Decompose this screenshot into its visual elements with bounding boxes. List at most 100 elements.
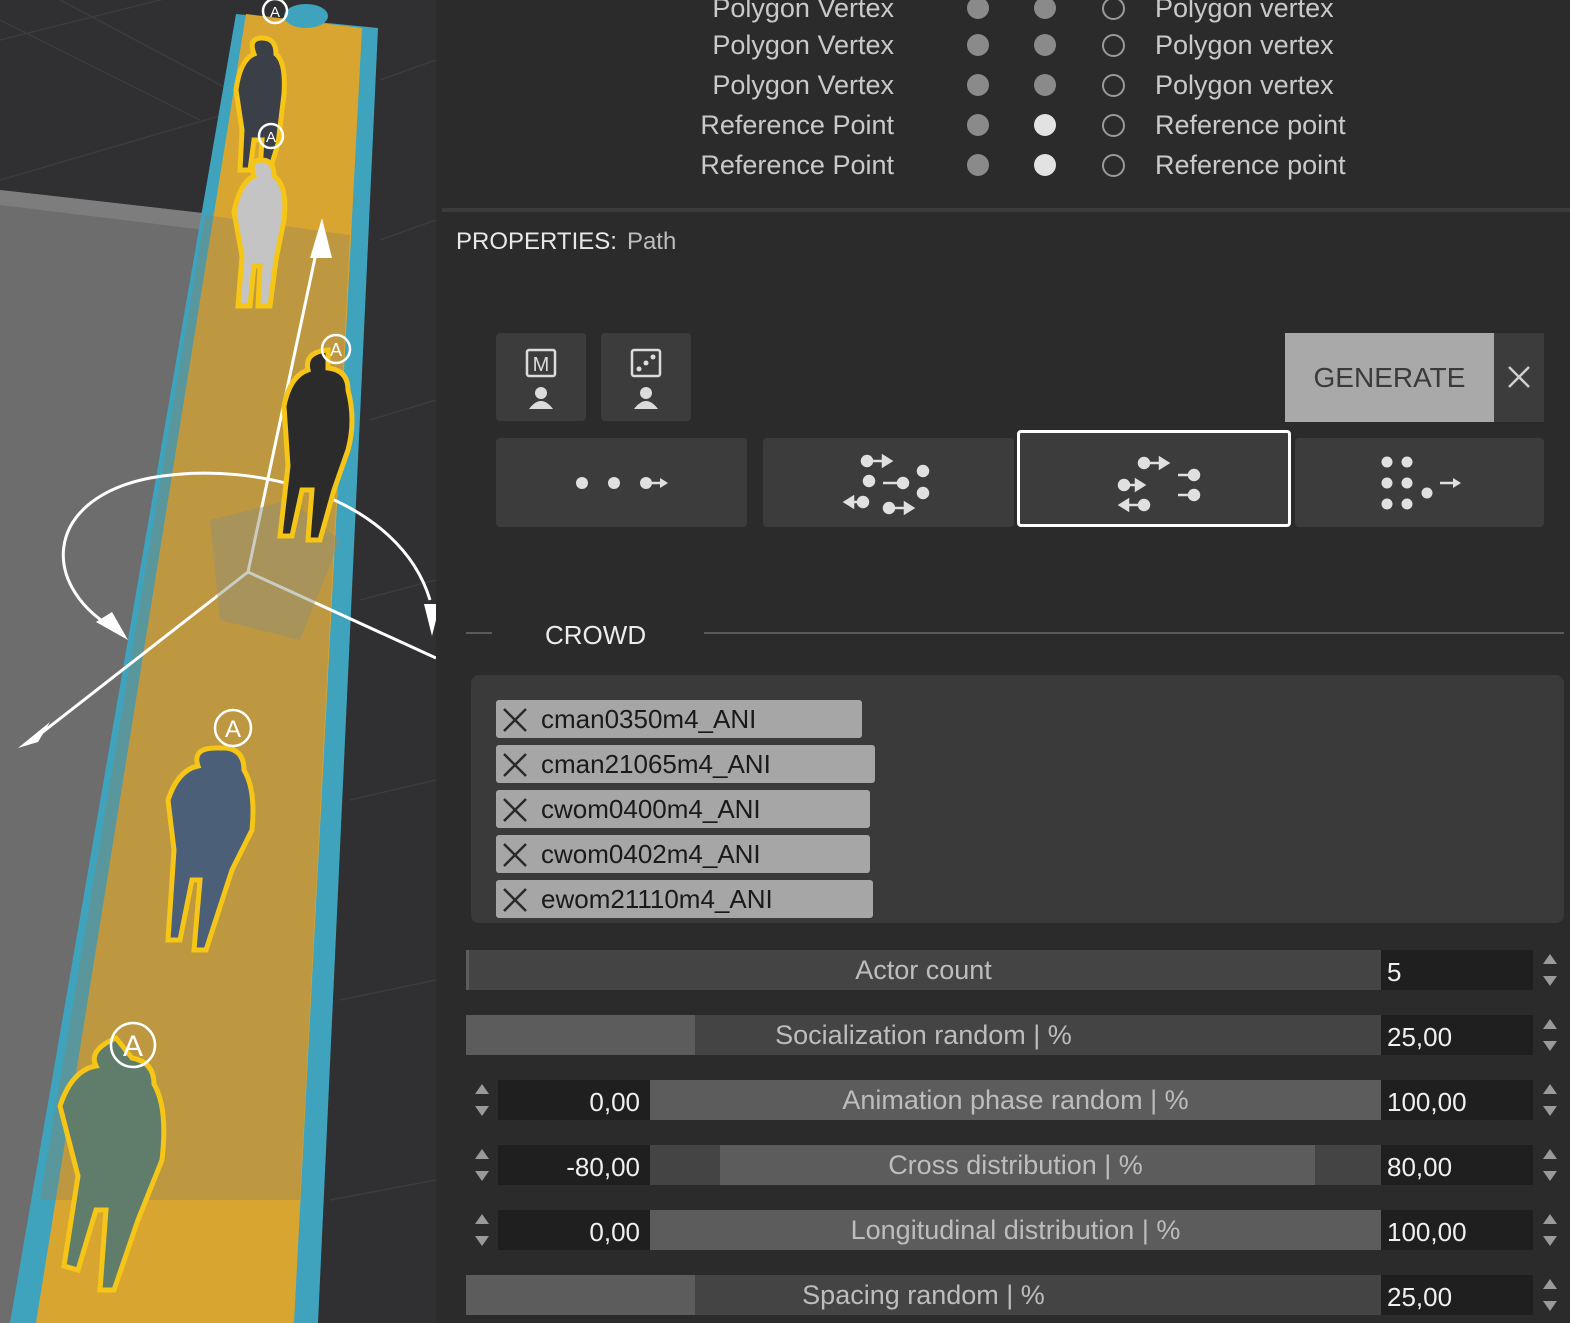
actor-chip[interactable]: cman21065m4_ANI	[496, 745, 875, 783]
actor-chip[interactable]: cwom0402m4_ANI	[496, 835, 870, 873]
spinner-arrows-icon[interactable]	[1542, 1210, 1558, 1250]
single-direction-icon	[576, 477, 668, 489]
vertex-type: Polygon vertex	[1155, 30, 1334, 60]
spinner-arrows-icon[interactable]	[1542, 950, 1558, 990]
vertex-state-dot[interactable]	[1034, 74, 1056, 96]
remove-actor-icon[interactable]	[502, 797, 528, 823]
remove-actor-icon[interactable]	[502, 842, 528, 868]
vertex-row[interactable]: Reference Point Reference point	[436, 105, 1570, 145]
group-icon	[1381, 456, 1461, 510]
vertex-select-radio[interactable]	[1102, 154, 1125, 177]
vertex-visibility-dot[interactable]	[967, 114, 989, 136]
vertex-row[interactable]: Polygon Vertex Polygon vertex	[436, 65, 1570, 105]
vertex-name: Polygon Vertex	[712, 70, 894, 100]
vertex-state-dot[interactable]	[1034, 34, 1056, 56]
vertex-state-dot[interactable]	[1034, 114, 1056, 136]
single-direction-mode[interactable]	[496, 438, 747, 527]
spacing-random-field[interactable]: Spacing random | % 25,00	[466, 1275, 1564, 1315]
actor-count-field[interactable]: Actor count 5	[466, 950, 1564, 990]
vertex-select-radio[interactable]	[1102, 114, 1125, 137]
vertex-visibility-dot[interactable]	[967, 74, 989, 96]
vertex-type: Polygon vertex	[1155, 70, 1334, 100]
vertex-visibility-dot[interactable]	[967, 34, 989, 56]
actor-count-label: Actor count	[855, 955, 992, 985]
spacing-random-input[interactable]: 25,00	[1381, 1275, 1533, 1315]
actor-count-slider[interactable]: Actor count	[466, 950, 1381, 990]
actor-count-input[interactable]: 5	[1381, 950, 1533, 990]
actor-name: cwom0402m4_ANI	[541, 839, 761, 869]
properties-label: PROPERTIES:	[456, 228, 617, 255]
vertex-state-dot[interactable]	[1034, 154, 1056, 176]
svg-text:A: A	[270, 4, 280, 21]
remove-actor-icon[interactable]	[502, 887, 528, 913]
vertex-visibility-dot[interactable]	[967, 0, 989, 19]
actor-chip[interactable]: cman0350m4_ANI	[496, 700, 862, 738]
svg-text:A: A	[266, 129, 276, 146]
vertex-row[interactable]: Polygon Vertex Polygon vertex	[436, 0, 1570, 28]
longitudinal-distribution-min-input[interactable]: 0,00	[498, 1210, 650, 1250]
mixed-direction-icon	[842, 453, 930, 516]
socialization-random-label: Socialization random | %	[775, 1020, 1072, 1050]
svg-text:A: A	[330, 340, 342, 360]
vertex-name: Reference Point	[700, 110, 894, 140]
spinner-arrows-icon[interactable]	[474, 1080, 490, 1120]
spinner-arrows-icon[interactable]	[474, 1145, 490, 1185]
bidirectional-icon	[1117, 455, 1201, 513]
spinner-arrows-icon[interactable]	[1542, 1145, 1558, 1185]
mixed-direction-mode[interactable]	[763, 438, 1014, 527]
spinner-arrows-icon[interactable]	[1542, 1080, 1558, 1120]
group-mode[interactable]	[1295, 438, 1544, 527]
random-actor-button[interactable]	[601, 333, 691, 421]
properties-panel: Polygon Vertex Polygon vertex Polygon Vert…	[436, 0, 1570, 1323]
panel-divider	[442, 208, 1570, 212]
cross-distribution-max-input[interactable]: 80,00	[1381, 1145, 1533, 1185]
remove-actor-icon[interactable]	[502, 707, 528, 733]
svg-text:M: M	[533, 354, 550, 376]
3d-viewport[interactable]: A A A A A	[0, 0, 436, 1323]
cross-distribution-min-input[interactable]: -80,00	[498, 1145, 650, 1185]
vertex-visibility-dot[interactable]	[967, 154, 989, 176]
vertex-row[interactable]: Polygon Vertex Polygon vertex	[436, 25, 1570, 65]
animation-phase-slider[interactable]: Animation phase random | %	[650, 1080, 1381, 1120]
actor-chip[interactable]: cwom0400m4_ANI	[496, 790, 870, 828]
longitudinal-distribution-label: Longitudinal distribution | %	[850, 1215, 1181, 1245]
longitudinal-distribution-max-input[interactable]: 100,00	[1381, 1210, 1533, 1250]
spinner-arrows-icon[interactable]	[1542, 1275, 1558, 1315]
manual-actor-button[interactable]: M	[496, 333, 586, 421]
spinner-arrows-icon[interactable]	[1542, 1015, 1558, 1055]
animation-phase-label: Animation phase random | %	[842, 1085, 1189, 1115]
spacing-random-label: Spacing random | %	[802, 1280, 1045, 1310]
actor-name: cman21065m4_ANI	[541, 749, 771, 779]
bidirectional-mode[interactable]	[1017, 430, 1291, 527]
spinner-arrows-icon[interactable]	[474, 1210, 490, 1250]
cross-distribution-slider[interactable]: Cross distribution | %	[650, 1145, 1381, 1185]
vertex-select-radio[interactable]	[1102, 34, 1125, 57]
manual-actor-icon: M	[525, 348, 557, 409]
viewport-scene: A A A A A	[0, 0, 436, 1323]
properties-header: PROPERTIES: Path	[456, 228, 676, 256]
vertex-name: Polygon Vertex	[712, 0, 894, 23]
vertex-row[interactable]: Reference Point Reference point	[436, 145, 1570, 185]
animation-phase-max-input[interactable]: 100,00	[1381, 1080, 1533, 1120]
cross-distribution-field[interactable]: -80,00 Cross distribution | % 80,00	[474, 1145, 1564, 1185]
socialization-random-input[interactable]: 25,00	[1381, 1015, 1533, 1055]
actor-chip[interactable]: ewom21110m4_ANI	[496, 880, 873, 918]
socialization-random-slider[interactable]: Socialization random | %	[466, 1015, 1381, 1055]
generate-button[interactable]: GENERATE	[1285, 333, 1494, 422]
vertex-select-radio[interactable]	[1102, 0, 1125, 20]
crowd-section-title: CROWD	[545, 620, 647, 650]
actor-name: ewom21110m4_ANI	[541, 884, 773, 914]
longitudinal-distribution-slider[interactable]: Longitudinal distribution | %	[650, 1210, 1381, 1250]
longitudinal-distribution-field[interactable]: 0,00 Longitudinal distribution | % 100,0…	[474, 1210, 1564, 1250]
socialization-random-field[interactable]: Socialization random | % 25,00	[466, 1015, 1564, 1055]
vertex-select-radio[interactable]	[1102, 74, 1125, 97]
actor-list[interactable]: cman0350m4_ANI cman21065m4_ANI cwom0400m4_…	[471, 675, 1564, 923]
remove-actor-icon[interactable]	[502, 752, 528, 778]
clear-generation-button[interactable]	[1494, 333, 1544, 422]
actor-name: cman0350m4_ANI	[541, 704, 757, 734]
animation-phase-min-input[interactable]: 0,00	[498, 1080, 650, 1120]
svg-text:A: A	[225, 716, 241, 743]
vertex-state-dot[interactable]	[1034, 0, 1056, 19]
spacing-random-slider[interactable]: Spacing random | %	[466, 1275, 1381, 1315]
animation-phase-field[interactable]: 0,00 Animation phase random | % 100,00	[474, 1080, 1564, 1120]
